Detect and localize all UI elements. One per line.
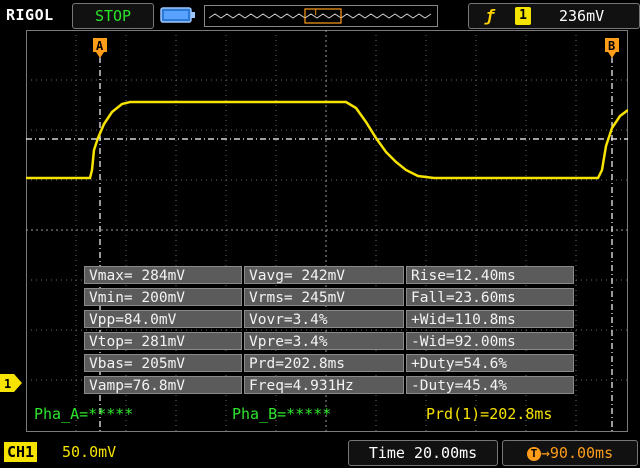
svg-text:B: B: [608, 39, 615, 53]
measure-rise: Rise=12.40ms: [406, 266, 574, 284]
measure-pos-width: +Wid=110.8ms: [406, 310, 574, 328]
measurement-panel: Vmax= 284mV Vavg= 242mV Rise=12.40ms Vmi…: [84, 266, 574, 394]
measure-fall: Fall=23.60ms: [406, 288, 574, 306]
measure-vmax: Vmax= 284mV: [84, 266, 242, 284]
measure-pos-duty: +Duty=54.6%: [406, 354, 574, 372]
measure-neg-duty: -Duty=45.4%: [406, 376, 574, 394]
rising-edge-icon: ƒ: [485, 6, 495, 25]
timebase-readout[interactable]: Time 20.00ms: [348, 440, 498, 466]
measure-neg-width: -Wid=92.00ms: [406, 332, 574, 350]
measure-vavg: Vavg= 242mV: [244, 266, 404, 284]
svg-text:1: 1: [4, 377, 11, 391]
period-readout: Prd(1)=202.8ms: [426, 405, 553, 423]
measure-vpre: Vpre=3.4%: [244, 332, 404, 350]
run-stop-indicator[interactable]: STOP: [72, 3, 154, 29]
phase-b-readout: Pha_B=*****: [232, 405, 332, 423]
measure-period: Prd=202.8ms: [244, 354, 404, 372]
measure-vpp: Vpp=84.0mV: [84, 310, 242, 328]
trigger-offset-readout[interactable]: T →90.00ms: [502, 440, 638, 466]
channel-1-offset-marker-icon[interactable]: 1: [0, 374, 22, 392]
trigger-offset-value: 90.00ms: [549, 444, 614, 462]
cursor-b-marker-icon[interactable]: B: [605, 38, 619, 58]
measure-vtop: Vtop= 281mV: [84, 332, 242, 350]
measure-freq: Freq=4.931Hz: [244, 376, 404, 394]
trigger-offset-arrow-icon: →: [540, 444, 550, 462]
memory-waveform-icon: T: [208, 8, 432, 24]
svg-text:T: T: [313, 8, 319, 18]
channel-1-scale[interactable]: 50.0mV: [62, 442, 116, 462]
measure-vovr: Vovr=3.4%: [244, 310, 404, 328]
measure-vmin: Vmin= 200mV: [84, 288, 242, 306]
brand-logo: RIGOL: [6, 6, 54, 24]
trigger-level: 236mV: [559, 7, 605, 25]
trigger-channel-badge: 1: [515, 7, 531, 25]
trigger-offset-icon: T: [526, 446, 541, 461]
measure-vrms: Vrms= 245mV: [244, 288, 404, 306]
channel-1-badge[interactable]: CH1: [4, 442, 38, 462]
svg-text:A: A: [96, 39, 104, 53]
phase-a-readout: Pha_A=*****: [34, 405, 134, 423]
memory-depth-strip: T: [204, 5, 438, 27]
cursor-a-marker-icon[interactable]: A: [93, 38, 107, 58]
measure-vamp: Vamp=76.8mV: [84, 376, 242, 394]
trigger-settings[interactable]: ƒ 1 236mV: [468, 3, 640, 29]
top-status-bar: RIGOL STOP T ƒ 1 236mV: [0, 0, 640, 30]
battery-icon: [160, 7, 195, 23]
bottom-status-bar: CH1 50.0mV Time 20.00ms T →90.00ms: [0, 438, 640, 468]
measure-vbas: Vbas= 205mV: [84, 354, 242, 372]
